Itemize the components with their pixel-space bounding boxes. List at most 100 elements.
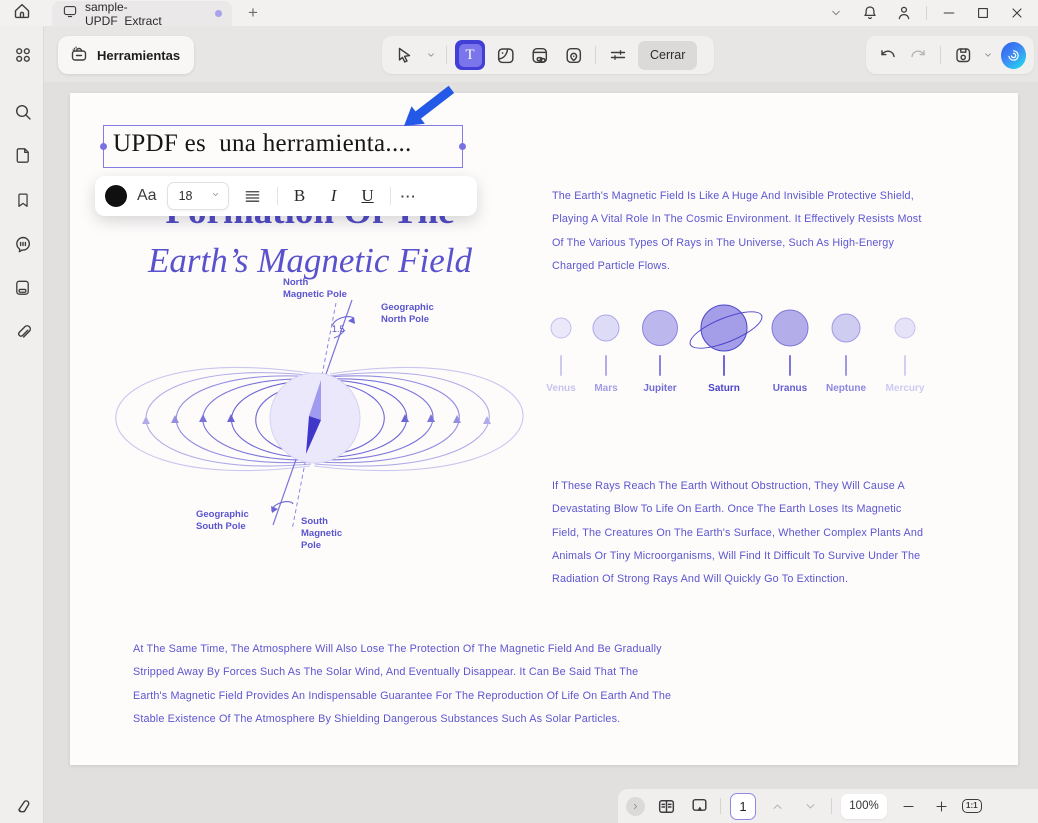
font-size-select[interactable]: 18 xyxy=(166,182,229,210)
resize-handle-right[interactable] xyxy=(459,143,466,150)
blue-pointer-arrow-icon xyxy=(404,85,455,126)
planet-jupiter-circle xyxy=(642,310,678,346)
more-options-button[interactable]: ··· xyxy=(401,189,417,204)
planet-neptune-label: Neptune xyxy=(826,383,866,394)
bold-button[interactable]: B xyxy=(288,186,312,206)
label-geographic-north-pole: Geographic North Pole xyxy=(381,302,434,325)
maximize-icon[interactable] xyxy=(968,1,998,25)
font-color-swatch[interactable] xyxy=(105,185,127,207)
account-user-icon[interactable] xyxy=(889,1,919,25)
bottom-bar-separator xyxy=(720,798,721,814)
apps-grid-icon[interactable] xyxy=(12,44,33,65)
planet-saturn-label: Saturn xyxy=(708,383,740,394)
zoom-level-value[interactable]: 100% xyxy=(841,793,887,819)
planet-neptune-tick xyxy=(845,355,847,376)
ai-assistant-button[interactable] xyxy=(1000,41,1026,69)
planet-saturn-tick xyxy=(723,355,725,376)
format-separator xyxy=(276,187,278,205)
updf-window: sample-UPDF_Extract + Herramientas T Cer… xyxy=(0,0,1038,823)
planet-uranus-circle xyxy=(771,309,809,347)
planet-venus-label: Venus xyxy=(546,383,576,394)
expand-panel-button[interactable] xyxy=(626,796,645,816)
planet-mars-label: Mars xyxy=(594,383,618,394)
planet-jupiter-label: Jupiter xyxy=(643,383,677,394)
home-icon xyxy=(12,1,32,26)
redo-icon[interactable] xyxy=(906,41,932,69)
planet-uranus-tick xyxy=(789,355,791,376)
font-size-value: 18 xyxy=(178,189,193,203)
document-canvas[interactable]: Formation Of The Earth’s Magnetic Field … xyxy=(44,82,1038,823)
paragraph-3[interactable]: At The Same Time, The Atmosphere Will Al… xyxy=(133,638,673,731)
italic-button[interactable]: I xyxy=(322,186,346,206)
underline-button[interactable]: U xyxy=(356,186,380,206)
undo-icon[interactable] xyxy=(874,41,900,69)
actual-size-button[interactable]: 1:1 xyxy=(962,799,982,813)
main-toolbar: Herramientas T Cerrar xyxy=(44,26,1038,82)
tab-title: sample-UPDF_Extract xyxy=(85,0,162,28)
label-geographic-south-pole: Geographic South Pole xyxy=(196,509,249,532)
properties-sliders-icon[interactable] xyxy=(604,41,632,69)
paragraph-2[interactable]: If These Rays Reach The Earth Without Ob… xyxy=(552,475,926,591)
planet-mercury-tick xyxy=(904,355,906,376)
comments-icon[interactable] xyxy=(12,233,33,254)
save-icon[interactable] xyxy=(949,41,975,69)
previous-page-chevron-icon[interactable] xyxy=(765,794,789,818)
home-button[interactable] xyxy=(10,2,34,24)
app-surface: Herramientas T Cerrar Earth’s Magnetic F… xyxy=(44,26,1038,823)
document-tab[interactable]: sample-UPDF_Extract xyxy=(52,0,232,28)
doc-heading-line2[interactable]: Earth’s Magnetic Field xyxy=(90,241,530,281)
font-family-button[interactable]: Aa xyxy=(137,187,157,205)
stamp-signature-icon[interactable] xyxy=(12,795,33,816)
planet-neptune-circle xyxy=(831,313,861,343)
paragraph-1[interactable]: The Earth's Magnetic Field Is Like A Hug… xyxy=(552,185,924,278)
notifications-bell-icon[interactable] xyxy=(855,1,885,25)
cerrar-button[interactable]: Cerrar xyxy=(638,40,698,70)
new-tab-button[interactable]: + xyxy=(243,3,263,23)
unsaved-dot-icon xyxy=(215,10,222,17)
page-number-input[interactable]: 1 xyxy=(730,792,756,820)
location-tool-icon[interactable] xyxy=(559,41,587,69)
zoom-in-button[interactable] xyxy=(929,794,953,818)
link-tool-icon[interactable] xyxy=(525,41,553,69)
history-save-panel xyxy=(866,36,1034,74)
pdf-page[interactable]: Formation Of The Earth’s Magnetic Field … xyxy=(70,85,1018,765)
search-icon[interactable] xyxy=(12,101,33,122)
image-tool-icon[interactable] xyxy=(491,41,519,69)
planet-mercury-label: Mercury xyxy=(885,383,925,394)
attachments-paperclip-icon[interactable] xyxy=(12,321,33,342)
ai-swirl-icon xyxy=(1008,49,1019,61)
next-page-chevron-icon[interactable] xyxy=(798,794,822,818)
document-tab-icon xyxy=(62,3,78,24)
titlebar-separator xyxy=(926,6,927,20)
bookmark-icon[interactable] xyxy=(12,189,33,210)
planet-venus-circle xyxy=(550,317,572,339)
edit-box-text[interactable]: UPDF es una herramienta.... xyxy=(113,130,412,158)
herramientas-label: Herramientas xyxy=(97,47,181,63)
toolbar-separator xyxy=(446,46,447,64)
resize-handle-left[interactable] xyxy=(100,143,107,150)
zoom-out-button[interactable] xyxy=(896,794,920,818)
close-icon[interactable] xyxy=(1002,1,1032,25)
format-separator xyxy=(389,187,391,205)
select-tool-chevron-icon[interactable] xyxy=(424,41,438,69)
minimize-icon[interactable] xyxy=(934,1,964,25)
titlebar-chevron-down-icon[interactable] xyxy=(821,1,851,25)
extract-page-icon[interactable] xyxy=(12,277,33,298)
two-page-view-icon[interactable] xyxy=(654,794,678,818)
bottom-bar-separator xyxy=(831,798,832,814)
planet-mars-tick xyxy=(605,355,607,376)
save-chevron-icon[interactable] xyxy=(982,41,995,69)
annotation-view-icon[interactable] xyxy=(687,794,711,818)
font-size-chevron-icon xyxy=(210,189,221,203)
label-north-magnetic-pole: North Magnetic Pole xyxy=(283,277,347,300)
align-text-icon[interactable] xyxy=(239,182,267,210)
toolbar-separator xyxy=(595,46,596,64)
herramientas-button[interactable]: Herramientas xyxy=(58,36,195,74)
select-tool-icon[interactable] xyxy=(390,41,418,69)
label-tilt-angle: 1.5 xyxy=(332,324,345,334)
page-thumbnails-icon[interactable] xyxy=(12,145,33,166)
text-tool-active[interactable]: T xyxy=(455,40,485,70)
toolbar-separator xyxy=(940,46,942,64)
tools-panel: T Cerrar xyxy=(382,36,714,74)
planet-jupiter-tick xyxy=(659,355,661,376)
